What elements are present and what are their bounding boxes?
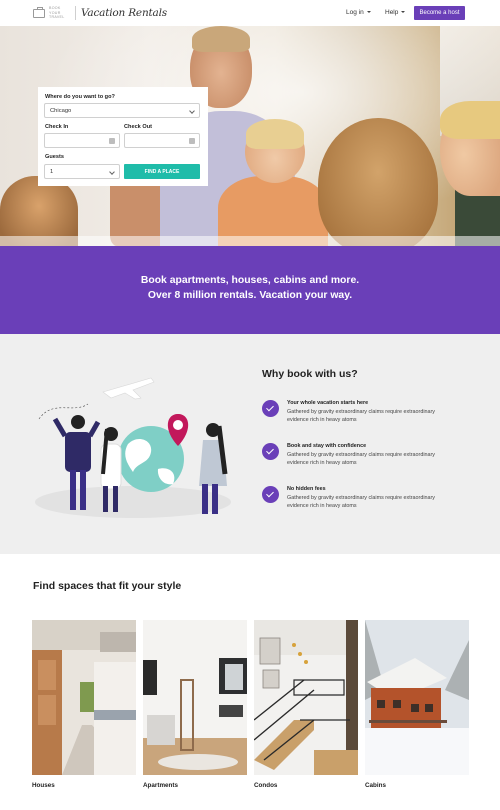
chevron-down-icon — [366, 11, 371, 13]
condos-card-image[interactable] — [254, 620, 358, 775]
logo-wordmark: Vacation Rentals — [81, 7, 167, 19]
hero-dad-hair — [192, 26, 250, 52]
cabins-card-image[interactable] — [365, 620, 469, 775]
airplane-icon — [102, 377, 155, 400]
checkout-label: Check Out — [124, 124, 152, 130]
chevron-down-icon — [189, 108, 195, 114]
apartments-card-image[interactable] — [143, 620, 247, 775]
destination-select[interactable]: Chicago — [44, 103, 200, 118]
why-item-heading: Book and stay with confidence — [287, 443, 367, 449]
search-form: Where do you want to go? Chicago Check I… — [38, 87, 208, 186]
apartments-card-label[interactable]: Apartments — [143, 782, 178, 789]
why-item-desc: Gathered by gravity extraordinary claims… — [287, 495, 436, 509]
calendar-icon[interactable] — [109, 138, 115, 144]
login-label: Log in — [346, 9, 364, 16]
why-item-heading: Your whole vacation starts here — [287, 400, 369, 406]
houses-card-image[interactable] — [32, 620, 136, 775]
destination-label: Where do you want to go? — [45, 94, 115, 100]
guests-select[interactable]: 1 — [44, 164, 120, 179]
destination-value: Chicago — [50, 107, 72, 114]
help-label: Help — [385, 9, 399, 16]
promo-line-1: Book apartments, houses, cabins and more… — [140, 275, 360, 286]
find-place-button[interactable]: FIND A PLACE — [124, 164, 200, 179]
hero-kid2-hair — [440, 101, 500, 139]
check-icon — [262, 486, 279, 503]
login-menu[interactable]: Log in — [346, 9, 371, 16]
travel-illustration — [35, 377, 231, 518]
suitcase-icon — [33, 6, 45, 18]
cabins-card-label[interactable]: Cabins — [365, 782, 386, 789]
checkout-field[interactable] — [124, 133, 200, 148]
why-item-desc: Gathered by gravity extraordinary claims… — [287, 452, 436, 466]
logo[interactable]: BOOK YOUR TRAVEL Vacation Rentals — [33, 6, 167, 20]
why-item-heading: No hidden fees — [287, 486, 326, 492]
chevron-down-icon — [109, 169, 115, 175]
promo-banner: Book apartments, houses, cabins and more… — [0, 246, 500, 334]
calendar-icon[interactable] — [189, 138, 195, 144]
become-host-button[interactable]: Become a host — [414, 6, 465, 20]
logo-divider — [75, 6, 76, 20]
hero-kid-hair — [246, 119, 304, 149]
check-icon — [262, 443, 279, 460]
spaces-title: Find spaces that fit your style — [33, 580, 182, 592]
checkin-field[interactable] — [44, 133, 120, 148]
guests-label: Guests — [45, 154, 64, 160]
why-title: Why book with us? — [262, 368, 358, 380]
check-icon — [262, 400, 279, 417]
guests-value: 1 — [50, 168, 54, 175]
promo-line-2: Over 8 million rentals. Vacation your wa… — [147, 290, 353, 301]
houses-card-label[interactable]: Houses — [32, 782, 55, 789]
why-item-desc: Gathered by gravity extraordinary claims… — [287, 409, 436, 423]
chevron-down-icon — [401, 11, 406, 13]
checkin-label: Check In — [45, 124, 69, 130]
logo-tagline: BOOK YOUR TRAVEL — [49, 6, 65, 20]
hero-girl-braid — [318, 118, 438, 246]
condos-card-label[interactable]: Condos — [254, 782, 277, 789]
help-menu[interactable]: Help — [385, 9, 406, 16]
top-header: BOOK YOUR TRAVEL Vacation Rentals Log in… — [0, 0, 500, 26]
why-section: Why book with us? Your whole vacation st… — [0, 334, 500, 554]
